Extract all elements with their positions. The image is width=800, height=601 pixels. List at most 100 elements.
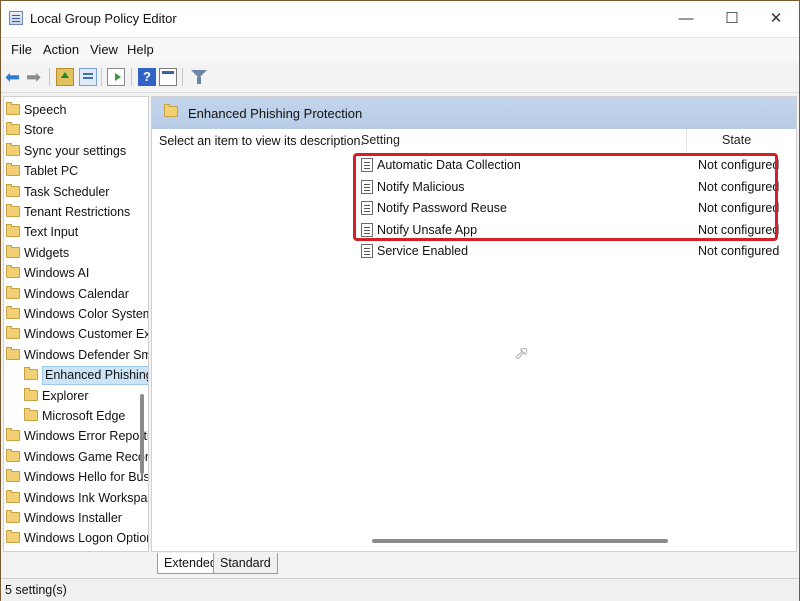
tree-item[interactable]: Windows AI xyxy=(4,263,148,283)
title-bar: Local Group Policy Editor — ☐ ✕ xyxy=(1,1,799,38)
folder-icon xyxy=(24,408,38,421)
up-folder-icon[interactable] xyxy=(56,68,74,86)
tree-item[interactable]: Windows Media Digital xyxy=(4,549,148,551)
tab-standard[interactable]: Standard xyxy=(213,553,278,574)
tree-item-label: Windows Game Recording xyxy=(24,449,148,464)
folder-icon xyxy=(6,530,20,544)
tree-item-label: Windows Logon Options xyxy=(24,531,148,546)
tree-item-label: Text Input xyxy=(24,225,79,240)
tree-item-label: Windows Defender SmartScreen xyxy=(24,347,148,362)
toolbar: ⬅ ➡ ? xyxy=(1,62,799,93)
details-header: Enhanced Phishing Protection xyxy=(152,97,796,129)
folder-icon xyxy=(6,142,20,156)
tree-item[interactable]: Speech xyxy=(4,100,148,120)
toolbar-separator xyxy=(101,68,102,86)
details-horizontal-scrollbar[interactable] xyxy=(372,539,668,543)
show-tree-icon[interactable] xyxy=(79,68,97,86)
tree-item-label: Speech xyxy=(24,103,67,117)
tree-item-label: Widgets xyxy=(24,245,70,260)
tree-item-label: Microsoft Edge xyxy=(42,409,126,423)
folder-icon xyxy=(164,104,178,117)
description-area: Select an item to view its description. xyxy=(152,129,364,551)
tree-item[interactable]: Windows Game Recording xyxy=(4,447,148,467)
menu-file[interactable]: File xyxy=(11,42,32,57)
group-policy-app-icon xyxy=(9,11,23,25)
toolbar-separator xyxy=(182,68,183,86)
setting-name: Service Enabled xyxy=(377,244,469,258)
view-tabs: Extended Standard xyxy=(151,553,795,575)
tree-item-label: Tablet PC xyxy=(24,164,79,179)
back-arrow-icon[interactable]: ⬅ xyxy=(5,68,23,86)
tree-item-label: Task Scheduler xyxy=(24,184,110,199)
menu-bar: File Action View Help xyxy=(1,38,799,62)
tree-item[interactable]: Sync your settings xyxy=(4,141,148,161)
tree-item-label: Windows Ink Workspace xyxy=(24,490,148,505)
filter-icon[interactable] xyxy=(190,68,208,86)
folder-icon xyxy=(6,265,20,279)
tree-item-label: Windows Media Digital xyxy=(24,549,148,551)
folder-icon xyxy=(6,285,20,299)
folder-icon xyxy=(24,387,38,401)
column-divider[interactable] xyxy=(686,129,687,151)
tree-item[interactable]: Windows Color System xyxy=(4,304,148,324)
tree-item-label: Windows Installer xyxy=(24,511,122,525)
tree-item[interactable]: Text Input xyxy=(4,222,148,242)
tree-item[interactable]: Windows Hello for Business xyxy=(4,467,148,487)
toolbar-separator xyxy=(49,68,50,86)
close-button[interactable]: ✕ xyxy=(753,1,799,37)
help-icon[interactable]: ? xyxy=(138,68,156,86)
highlight-annotation xyxy=(353,153,778,241)
tree-item[interactable]: Task Scheduler xyxy=(4,182,148,202)
folder-icon xyxy=(24,367,38,381)
toolbar-separator xyxy=(131,68,132,86)
tree-item[interactable]: Windows Customer Experience xyxy=(4,324,148,344)
folder-icon xyxy=(6,326,20,340)
folder-icon xyxy=(6,510,20,523)
mouse-cursor-icon: ➚ xyxy=(514,343,530,363)
tree-item[interactable]: Widgets xyxy=(4,243,148,263)
folder-icon xyxy=(6,346,20,360)
setting-row[interactable]: Service Enabled Not configured xyxy=(358,241,780,262)
tree-item-label: Windows Error Reporting xyxy=(24,429,148,444)
forward-arrow-icon[interactable]: ➡ xyxy=(26,68,44,86)
column-header-setting[interactable]: Setting xyxy=(361,133,400,147)
menu-help[interactable]: Help xyxy=(127,42,154,57)
tree-item[interactable]: Windows Ink Workspace xyxy=(4,488,148,508)
tree-item[interactable]: Tablet PC xyxy=(4,161,148,181)
tree-item[interactable]: Windows Error Reporting xyxy=(4,426,148,446)
maximize-button[interactable]: ☐ xyxy=(709,1,755,37)
description-text: Select an item to view its description. xyxy=(159,134,364,148)
tree-item-label: Windows Calendar xyxy=(24,286,129,301)
tree-item[interactable]: Store xyxy=(4,120,148,140)
folder-icon xyxy=(6,469,20,483)
tree-item-label: Windows Customer Experience xyxy=(24,327,148,342)
tree-item-label: Windows Hello for Business xyxy=(24,470,148,485)
tree-item-label: Enhanced Phishing Protection xyxy=(42,366,148,386)
properties-icon[interactable] xyxy=(159,68,177,86)
tree-item[interactable]: Windows Calendar xyxy=(4,284,148,304)
status-bar: 5 setting(s) xyxy=(1,578,799,601)
folder-icon xyxy=(6,489,20,503)
column-header-state[interactable]: State xyxy=(722,133,751,147)
tree-item[interactable]: Windows Installer xyxy=(4,508,148,528)
folder-icon xyxy=(6,244,20,258)
setting-state: Not configured xyxy=(698,244,780,258)
tree-item[interactable]: Enhanced Phishing Protection xyxy=(4,365,148,386)
folder-icon xyxy=(6,183,20,197)
tree-item[interactable]: Windows Defender SmartScreen xyxy=(4,345,148,365)
tree-item[interactable]: Microsoft Edge xyxy=(4,406,148,426)
console-tree: Speech Store Sync your settings Tablet PC Ta… xyxy=(3,96,149,552)
minimize-button[interactable]: — xyxy=(663,1,709,37)
tree-item[interactable]: Explorer xyxy=(4,386,148,406)
menu-action[interactable]: Action xyxy=(43,42,79,57)
policy-setting-icon xyxy=(361,244,373,258)
folder-icon xyxy=(6,163,20,177)
tree-item[interactable]: Windows Logon Options xyxy=(4,528,148,548)
tree-vertical-scrollbar[interactable] xyxy=(140,394,144,474)
export-list-icon[interactable] xyxy=(107,68,125,86)
tree-item[interactable]: Tenant Restrictions xyxy=(4,202,148,222)
menu-view[interactable]: View xyxy=(90,42,118,57)
tree-item-label: Explorer xyxy=(42,388,89,403)
tree-item-label: Store xyxy=(24,123,54,138)
tree-item-label: Windows AI xyxy=(24,266,90,281)
